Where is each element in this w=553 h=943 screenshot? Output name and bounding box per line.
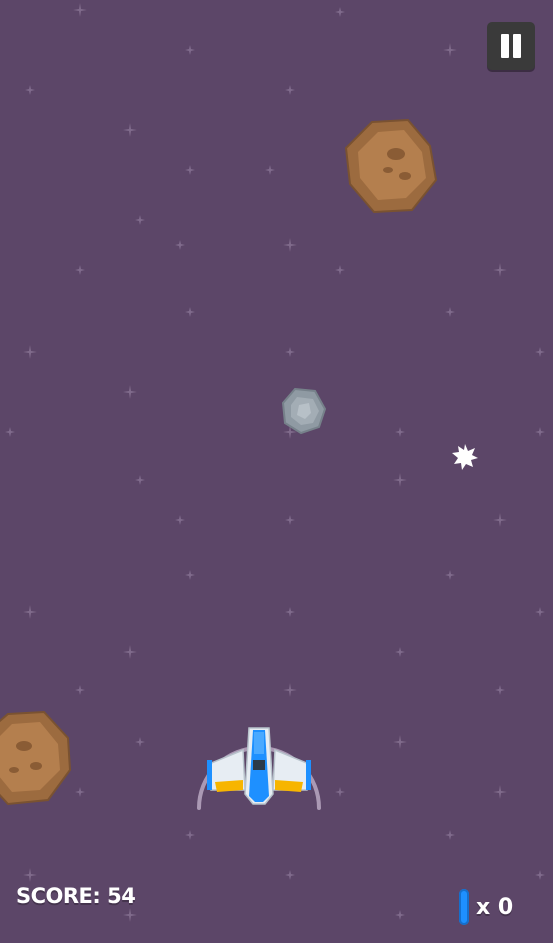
star-icon (185, 830, 195, 840)
star-icon (75, 265, 85, 275)
star-icon (335, 787, 345, 797)
star-icon (185, 570, 195, 580)
shield-counter: x 0 (458, 889, 538, 926)
star-icon (395, 910, 405, 920)
star-icon (395, 427, 405, 437)
star-icon (123, 908, 137, 922)
star-icon (335, 265, 345, 275)
star-icon (185, 45, 195, 55)
star-icon (123, 385, 137, 399)
shield-pill-icon (459, 889, 469, 925)
star-icon (23, 868, 37, 882)
star-icon (535, 870, 545, 880)
star-icon (393, 735, 407, 749)
star-icon (495, 685, 505, 695)
star-icon (285, 515, 295, 525)
star-icon (285, 347, 295, 357)
player-spaceship[interactable] (193, 712, 325, 812)
star-icon (443, 43, 457, 57)
star-icon (493, 785, 507, 799)
star-icon (283, 238, 297, 252)
star-icon (23, 345, 37, 359)
star-icon (493, 513, 507, 527)
star-icon (445, 830, 455, 840)
pause-icon (487, 22, 535, 70)
star-icon (535, 607, 545, 617)
star-icon (175, 240, 185, 250)
star-icon (185, 307, 195, 317)
star-icon (135, 737, 145, 747)
star-icon (123, 123, 137, 137)
star-icon (535, 427, 545, 437)
star-icon (175, 515, 185, 525)
star-icon (283, 683, 297, 697)
shield-count-label: x 0 (476, 895, 514, 920)
star-icon (285, 870, 295, 880)
meteor-large-brown-partial (0, 710, 72, 806)
star-icon (123, 645, 137, 659)
star-icon (23, 605, 37, 619)
star-icon (445, 570, 455, 580)
star-icon (25, 85, 35, 95)
star-icon (395, 647, 405, 657)
star-icon (285, 85, 295, 95)
star-burst-icon (452, 444, 478, 470)
star-icon (445, 307, 455, 317)
game-canvas[interactable]: SCORE: 54 x 0 (0, 0, 553, 943)
star-icon (335, 7, 345, 17)
star-icon (75, 685, 85, 695)
pause-button[interactable] (487, 22, 535, 70)
meteor-small-grey (281, 387, 327, 435)
meteor-large-brown (344, 118, 438, 214)
star-icon (135, 475, 145, 485)
star-icon (73, 3, 87, 17)
star-icon (285, 607, 295, 617)
star-icon (5, 427, 15, 437)
star-icon (393, 473, 407, 487)
star-icon (75, 787, 85, 797)
star-icon (493, 263, 507, 277)
star-icon (265, 165, 275, 175)
star-icon (535, 347, 545, 357)
star-icon (185, 165, 195, 175)
score-label: SCORE: 54 (16, 884, 136, 908)
star-icon (135, 215, 145, 225)
